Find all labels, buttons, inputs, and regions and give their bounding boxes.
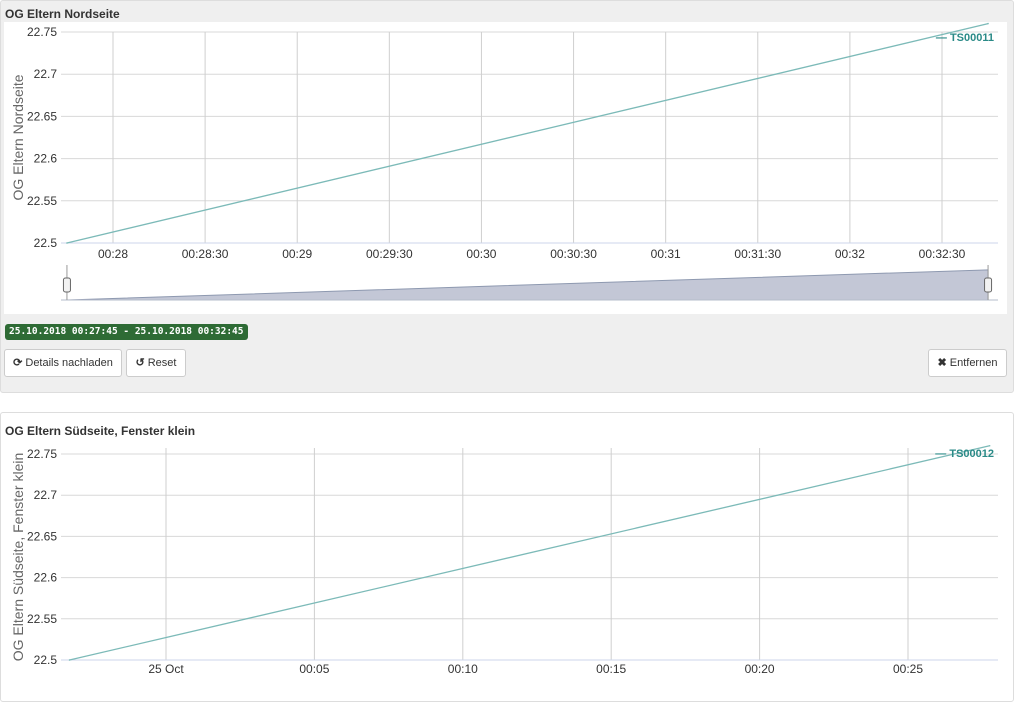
chart-panel-suedseite: OG Eltern Südseite, Fenster klein 22.5 22… <box>0 412 1014 702</box>
x-tick-label: 00:25 <box>893 662 923 676</box>
x-tick-label: 00:20 <box>745 662 775 676</box>
y-tick-label: 22.55 <box>27 612 57 626</box>
remove-button[interactable]: ✖ Entfernen <box>928 349 1007 377</box>
data-point <box>68 659 71 661</box>
chart-panel-nordseite: OG Eltern Nordseite 22.5 22.55 22.6 22.65 22… <box>0 0 1014 393</box>
x-tick-label: 00:32:30 <box>919 247 966 261</box>
chart-area: 22.5 22.55 22.6 22.65 22.7 22.75 25 Oct 00:05 00… <box>4 440 1007 700</box>
panel-title: OG Eltern Nordseite <box>5 7 120 21</box>
legend-item: — TS00012 <box>935 448 994 460</box>
y-tick-label: 22.5 <box>34 236 58 250</box>
chart-area: 22.5 22.55 22.6 22.65 22.7 22.75 00:28 00:28:30… <box>4 22 1007 314</box>
reset-label: Reset <box>147 357 177 369</box>
x-tick-label: 00:28 <box>98 247 128 261</box>
y-axis-title: OG Eltern Nordseite <box>10 74 26 200</box>
y-tick-label: 22.5 <box>34 653 58 667</box>
line-chart[interactable]: 22.5 22.55 22.6 22.65 22.7 22.75 00:28 00:28:30… <box>4 22 1007 314</box>
y-tick-label: 22.7 <box>34 67 58 81</box>
y-tick-label: 22.75 <box>27 25 57 39</box>
reload-details-button[interactable]: ⟳ Details nachladen <box>4 349 122 377</box>
y-tick-label: 22.65 <box>27 109 57 123</box>
refresh-icon: ⟳ <box>13 356 23 369</box>
range-navigator <box>61 265 998 301</box>
remove-label: Entfernen <box>949 357 998 369</box>
x-tick-label: 00:10 <box>448 662 478 676</box>
x-tick-label: 00:30 <box>466 247 496 261</box>
time-range-badge: 25.10.2018 00:27:45 - 25.10.2018 00:32:4… <box>5 324 248 340</box>
series-line <box>69 445 990 661</box>
navigator-handle <box>984 277 993 293</box>
y-tick-label: 22.7 <box>34 488 58 502</box>
x-tick-label: 00:31:30 <box>734 247 781 261</box>
close-icon: ✖ <box>937 356 947 369</box>
y-tick-label: 22.6 <box>34 152 58 166</box>
line-chart[interactable]: 22.5 22.55 22.6 22.65 22.7 22.75 25 Oct 00:05 00… <box>4 440 1007 700</box>
x-tick-label: 00:29 <box>282 247 312 261</box>
legend-item: — TS00011 <box>936 32 994 44</box>
y-tick-label: 22.65 <box>27 529 57 543</box>
x-tick-label: 25 Oct <box>148 662 184 676</box>
reset-button[interactable]: ↺ Reset <box>126 349 186 377</box>
x-tick-label: 00:05 <box>299 662 329 676</box>
y-tick-label: 22.6 <box>34 571 58 585</box>
x-tick-label: 00:32 <box>835 247 865 261</box>
reload-details-label: Details nachladen <box>25 357 113 369</box>
x-tick-label: 00:29:30 <box>366 247 413 261</box>
data-point <box>987 22 989 25</box>
navigator-area <box>66 269 989 301</box>
y-tick-label: 22.75 <box>27 447 57 461</box>
data-point <box>66 242 68 244</box>
data-point <box>988 444 991 447</box>
y-tick-label: 22.55 <box>27 194 57 208</box>
panel-title: OG Eltern Südseite, Fenster klein <box>5 424 196 438</box>
y-axis-title: OG Eltern Südseite, Fenster klein <box>10 453 26 662</box>
x-tick-label: 00:28:30 <box>182 247 229 261</box>
x-tick-label: 00:30:30 <box>550 247 597 261</box>
undo-icon: ↺ <box>135 356 145 369</box>
navigator-handle <box>62 277 71 293</box>
x-tick-label: 00:15 <box>596 662 626 676</box>
x-tick-label: 00:31 <box>651 247 681 261</box>
